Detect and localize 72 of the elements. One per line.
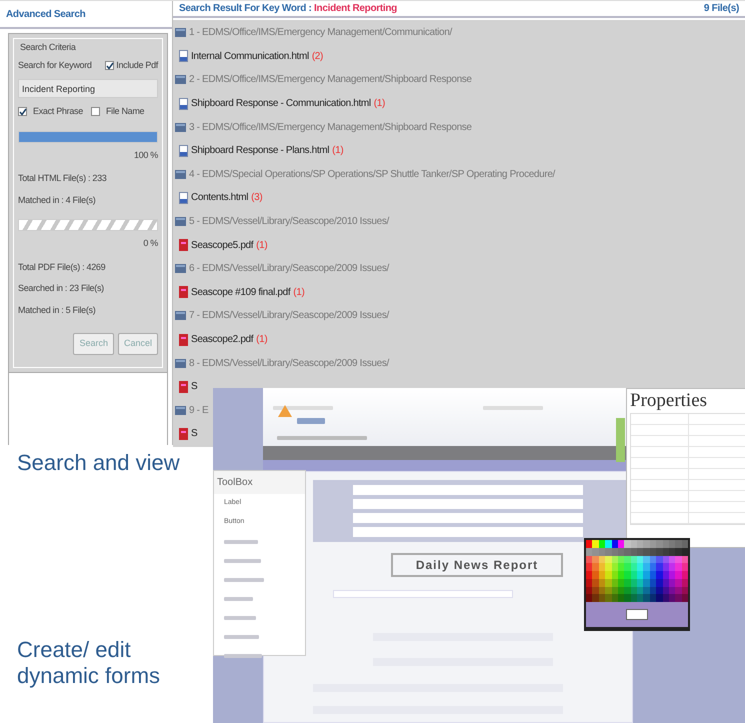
stat-text: Total PDF File(s) : 4269 xyxy=(18,262,106,272)
folder-icon xyxy=(175,170,186,179)
keyword-input-field[interactable]: Incident Reporting xyxy=(18,79,158,98)
hit-count: (1) xyxy=(332,144,344,158)
panel-title: Advanced Search xyxy=(6,8,86,22)
hit-count: (2) xyxy=(312,50,323,64)
checkbox-label: File Name xyxy=(106,105,144,118)
folder-path: 5 - EDMS/Vessel/Library/Seascope/2010 Issues/ xyxy=(189,215,389,230)
caption: Create/ edit dynamic forms xyxy=(17,637,162,690)
pdf-file-icon xyxy=(179,428,188,440)
pdf-file-icon xyxy=(179,380,188,393)
toolbox-title: ToolBox xyxy=(214,471,305,494)
pdf-file-icon xyxy=(179,239,188,252)
document-icon xyxy=(179,98,188,110)
folder-icon xyxy=(175,406,186,415)
stat-text: Total HTML File(s) : 233 xyxy=(18,173,106,183)
progress-reading: 0 % xyxy=(143,238,158,248)
file-name-checkbox[interactable] xyxy=(90,107,100,116)
folder-path: 7 - EDMS/Vessel/Library/Seascope/2009 Issues/ xyxy=(189,309,389,324)
pdf-file-icon xyxy=(179,286,188,298)
document-icon xyxy=(179,144,188,157)
illegible-label xyxy=(224,596,253,600)
folder-icon xyxy=(175,28,186,38)
folder-path: 4 - EDMS/Special Operations/SP Operations/SP Shuttle Tanker/SP Operating Procedure/ xyxy=(189,168,555,182)
folder-path: 8 - EDMS/Vessel/Library/Seascope/2009 Issues/ xyxy=(189,356,389,371)
file-link[interactable]: Seascope2.pdf xyxy=(191,332,254,348)
folder-path: 2 - EDMS/Office/IMS/Emergency Management/Shipboard Response xyxy=(189,73,472,88)
keyword-label: Search for Keyword xyxy=(18,58,92,72)
form-title: Daily News Report xyxy=(391,553,563,577)
file-link[interactable]: Seascope5.pdf xyxy=(191,238,254,253)
folder-path: 3 - EDMS/Office/IMS/Emergency Management/Shipboard Response xyxy=(189,120,472,135)
folder-icon xyxy=(175,217,186,226)
hit-count: (1) xyxy=(293,286,304,300)
include-pdf-checkbox[interactable] xyxy=(105,60,114,70)
results-title: Search Result For Key Word : Incident Reporting xyxy=(179,2,397,16)
pdf-file-icon xyxy=(179,334,188,346)
exact-phrase-checkbox[interactable] xyxy=(18,107,27,116)
folder-icon xyxy=(175,122,186,132)
file-link[interactable]: Contents.html xyxy=(191,190,248,206)
folder-icon xyxy=(175,358,186,368)
stat-text: Searched in : 23 File(s) xyxy=(18,283,104,293)
caption: Search and view xyxy=(17,450,180,476)
hit-count: (1) xyxy=(256,333,268,348)
file-link[interactable]: Internal Communication.html xyxy=(191,48,309,64)
folder-path: 9 - E xyxy=(189,404,208,418)
file-link[interactable]: S xyxy=(191,426,198,442)
document-icon xyxy=(179,50,188,62)
illegible-label xyxy=(224,578,264,582)
folder-path: 6 - EDMS/Vessel/Library/Seascope/2009 Issues/ xyxy=(189,262,389,276)
hit-count: (3) xyxy=(251,191,262,206)
stat-text: Matched in : 5 File(s) xyxy=(18,304,96,314)
checkbox-label: Exact Phrase xyxy=(33,105,83,118)
folder-path: 1 - EDMS/Office/IMS/Emergency Management/Communication/ xyxy=(189,26,452,40)
illegible-label xyxy=(224,558,261,562)
folder-icon xyxy=(175,75,186,84)
properties-title: Properties xyxy=(630,391,708,410)
file-link[interactable]: Shipboard Response - Communication.html xyxy=(191,96,371,112)
file-link[interactable]: Shipboard Response - Plans.html xyxy=(191,143,330,158)
folder-icon xyxy=(175,264,186,274)
file-link[interactable]: Seascope #109 final.pdf xyxy=(191,284,290,300)
file-count: 9 File(s) xyxy=(704,2,739,16)
checkbox-label: Include Pdf xyxy=(116,58,158,72)
illegible-label xyxy=(224,634,259,638)
document-icon xyxy=(179,192,188,204)
file-link[interactable]: S xyxy=(191,379,198,394)
hit-count: (1) xyxy=(374,97,385,112)
stat-text: Matched in : 4 File(s) xyxy=(18,194,96,204)
illegible-label xyxy=(224,540,258,544)
hit-count: (1) xyxy=(256,238,268,253)
folder-icon xyxy=(175,311,186,320)
illegible-label xyxy=(224,616,256,620)
progress-reading: 100 % xyxy=(134,150,158,160)
